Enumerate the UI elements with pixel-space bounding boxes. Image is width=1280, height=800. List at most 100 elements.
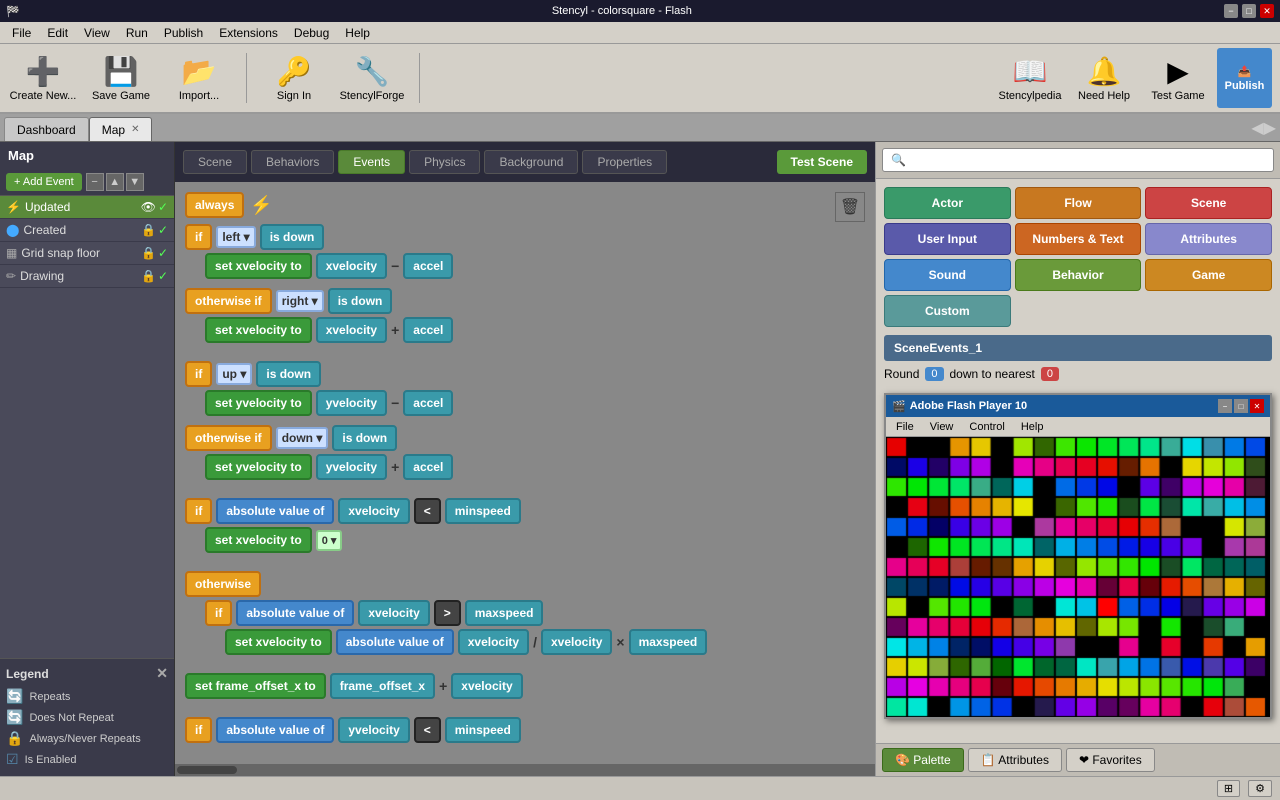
updated-eye-icon[interactable]: 👁	[141, 200, 156, 214]
gear-button[interactable]: ⚙	[1248, 780, 1272, 797]
sidebar-item-updated[interactable]: ⚡ Updated 👁 ✓	[0, 196, 174, 219]
tab-background[interactable]: Background	[484, 150, 578, 174]
menu-extensions[interactable]: Extensions	[211, 24, 286, 42]
menu-debug[interactable]: Debug	[286, 24, 337, 42]
toolbar-divider-2	[419, 53, 420, 103]
palette-behavior[interactable]: Behavior	[1015, 259, 1142, 291]
publish-button[interactable]: 📤 Publish	[1217, 48, 1272, 108]
legend-is-enabled-label: Is Enabled	[25, 754, 77, 766]
set-xvelocity-zero: set xvelocity to 0 ▾	[185, 527, 865, 553]
tab-properties[interactable]: Properties	[582, 150, 667, 174]
maximize-button[interactable]: □	[1242, 4, 1256, 18]
set-frame-offset-x: set frame_offset_x to frame_offset_x + x…	[185, 673, 865, 699]
palette-attributes[interactable]: Attributes	[1145, 223, 1272, 255]
need-help-button[interactable]: 🔔 Need Help	[1069, 48, 1139, 108]
right-select[interactable]: right ▾	[276, 290, 324, 312]
palette-custom[interactable]: Custom	[884, 295, 1011, 327]
left-select[interactable]: left ▾	[216, 226, 255, 248]
flash-close[interactable]: ✕	[1250, 399, 1264, 413]
legend-title: Legend	[6, 667, 49, 681]
flash-menu-view[interactable]: View	[924, 421, 960, 433]
titlebar-icon: 🏁	[6, 5, 20, 18]
flash-minimize[interactable]: −	[1218, 399, 1232, 413]
flash-menu-control[interactable]: Control	[963, 421, 1010, 433]
flash-menu-file[interactable]: File	[890, 421, 920, 433]
delete-button[interactable]: 🗑	[835, 192, 865, 222]
created-actions: 🔒 ✓	[141, 223, 168, 237]
down-to-nearest-label: down to nearest	[950, 367, 1035, 381]
test-game-button[interactable]: ▶ Test Game	[1143, 48, 1213, 108]
sidebar-down-button[interactable]: ▼	[126, 173, 144, 191]
legend-close[interactable]: ✕	[156, 665, 168, 682]
stencylforge-button[interactable]: 🔧 StencylForge	[337, 48, 407, 108]
palette-actor[interactable]: Actor	[884, 187, 1011, 219]
add-event-button[interactable]: + Add Event	[6, 173, 82, 191]
stencylpedia-button[interactable]: 📖 Stencylpedia	[995, 48, 1065, 108]
palette-game[interactable]: Game	[1145, 259, 1272, 291]
flash-menu-help[interactable]: Help	[1015, 421, 1050, 433]
h-scrollbar-thumb[interactable]	[177, 766, 237, 774]
menu-run[interactable]: Run	[118, 24, 156, 42]
sidebar-item-drawing[interactable]: ✏ Drawing 🔒 ✓	[0, 265, 174, 288]
tab-physics[interactable]: Physics	[409, 150, 480, 174]
drawing-check-icon[interactable]: ✓	[158, 269, 168, 283]
updated-check-icon[interactable]: ✓	[158, 200, 168, 214]
code-scroll[interactable]: 🗑 always ⚡ if left ▾ is down set xveloci…	[175, 182, 875, 764]
created-check-icon[interactable]: ✓	[158, 223, 168, 237]
tab-dashboard[interactable]: Dashboard	[4, 117, 89, 141]
palette-scene[interactable]: Scene	[1145, 187, 1272, 219]
close-button[interactable]: ✕	[1260, 4, 1274, 18]
palette-user-input[interactable]: User Input	[884, 223, 1011, 255]
test-scene-button[interactable]: Test Scene	[777, 150, 867, 174]
palette-sound[interactable]: Sound	[884, 259, 1011, 291]
statusbar: ⊞ ⚙	[0, 776, 1280, 800]
menu-help[interactable]: Help	[337, 24, 378, 42]
menu-edit[interactable]: Edit	[39, 24, 76, 42]
flash-controls: − □ ✕	[1218, 399, 1264, 413]
sidebar-collapse-button[interactable]: −	[86, 173, 104, 191]
grid-snap-check-icon[interactable]: ✓	[158, 246, 168, 260]
grid-button[interactable]: ⊞	[1217, 780, 1240, 797]
create-new-button[interactable]: ➕ Create New...	[8, 48, 78, 108]
tab-attributes[interactable]: 📋 Attributes	[968, 748, 1062, 772]
menu-publish[interactable]: Publish	[156, 24, 211, 42]
menu-file[interactable]: File	[4, 24, 39, 42]
save-game-button[interactable]: 💾 Save Game	[86, 48, 156, 108]
drawing-icon: ✏	[6, 269, 16, 283]
tab-behaviors[interactable]: Behaviors	[251, 150, 334, 174]
tab-events[interactable]: Events	[338, 150, 405, 174]
tab-nav-right[interactable]: ▶	[1264, 118, 1276, 138]
stencylforge-label: StencylForge	[340, 90, 405, 102]
tab-favorites[interactable]: ❤ Favorites	[1066, 748, 1155, 772]
import-button[interactable]: 📂 Import...	[164, 48, 234, 108]
otherwise-if-keyword-2: otherwise if	[185, 425, 272, 451]
search-input[interactable]	[882, 148, 1274, 172]
grid-snap-icon: ▦	[6, 246, 17, 260]
flash-maximize[interactable]: □	[1234, 399, 1248, 413]
sign-in-button[interactable]: 🔑 Sign In	[259, 48, 329, 108]
tab-palette[interactable]: 🎨 Palette	[882, 748, 964, 772]
save-game-label: Save Game	[92, 90, 150, 102]
minspeed-var-2: minspeed	[445, 717, 521, 743]
accel-var-4: accel	[403, 454, 453, 480]
sidebar-up-button[interactable]: ▲	[106, 173, 124, 191]
tab-scene[interactable]: Scene	[183, 150, 247, 174]
palette-flow[interactable]: Flow	[1015, 187, 1142, 219]
h-scrollbar[interactable]	[175, 764, 875, 776]
down-select[interactable]: down ▾	[276, 427, 329, 449]
legend-repeats-label: Repeats	[29, 691, 70, 703]
sidebar-item-created[interactable]: ⬤ Created 🔒 ✓	[0, 219, 174, 242]
tab-map[interactable]: Map ✕	[89, 117, 153, 141]
map-label: Map	[8, 148, 34, 163]
tab-nav-left[interactable]: ◀	[1251, 118, 1263, 138]
otherwise-block: otherwise	[185, 571, 865, 597]
if-keyword: if	[185, 224, 212, 250]
sidebar-item-grid-snap[interactable]: ▦ Grid snap floor 🔒 ✓	[0, 242, 174, 265]
titlebar: 🏁 Stencyl - colorsquare - Flash − □ ✕	[0, 0, 1280, 22]
tab-map-close[interactable]: ✕	[131, 124, 139, 135]
palette-numbers-text[interactable]: Numbers & Text	[1015, 223, 1142, 255]
up-select[interactable]: up ▾	[216, 363, 252, 385]
yvelocity-var-2: yvelocity	[316, 454, 387, 480]
menu-view[interactable]: View	[76, 24, 118, 42]
minimize-button[interactable]: −	[1224, 4, 1238, 18]
